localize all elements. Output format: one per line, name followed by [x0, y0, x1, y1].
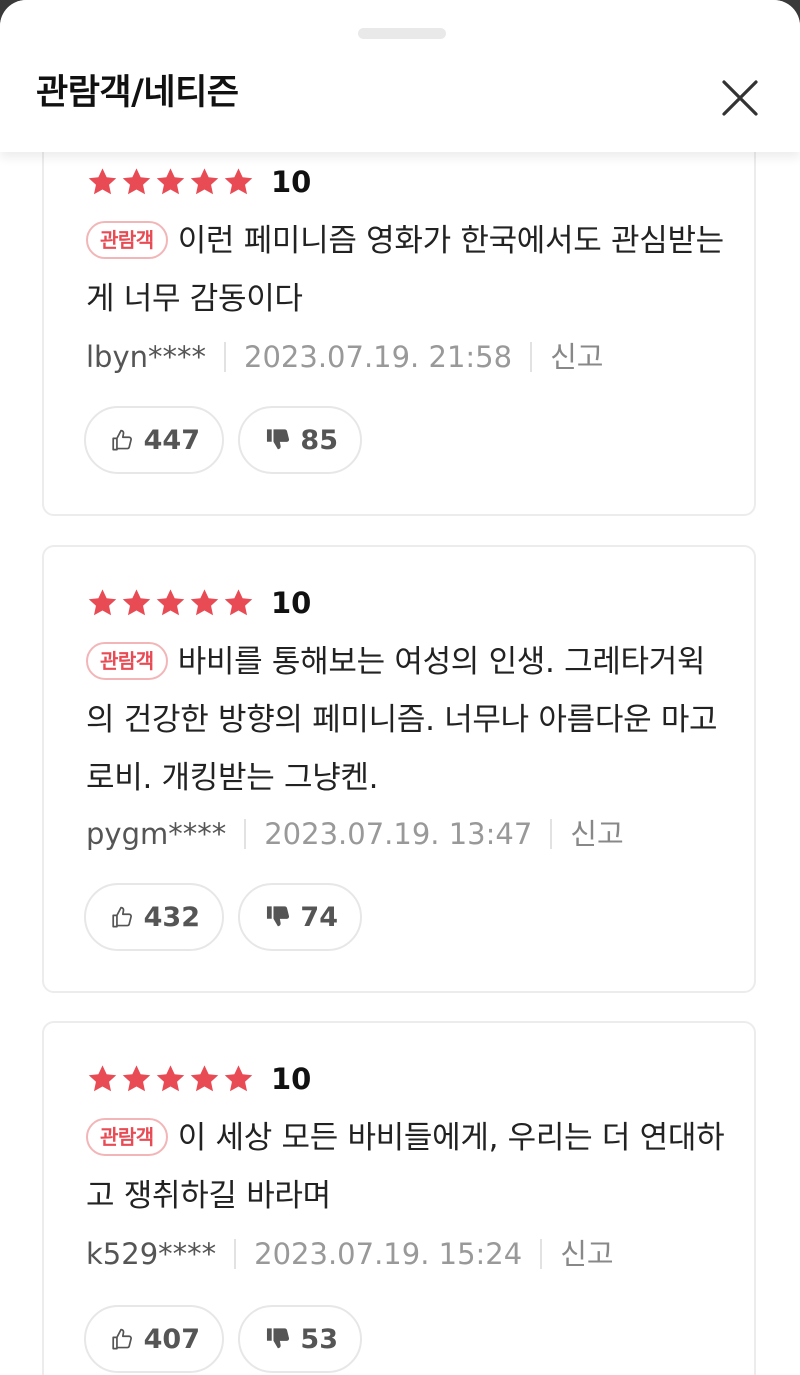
- dislike-button[interactable]: 74: [238, 883, 362, 951]
- star-icon: [190, 168, 219, 195]
- review-text-block: 관람객 바비를 통해보는 여성의 인생. 그레타거윅의 건강한 방향의 페미니즘.…: [86, 633, 726, 807]
- vote-buttons: 432 74: [84, 883, 362, 951]
- report-button[interactable]: 신고: [550, 342, 603, 372]
- thumbs-down-icon: [266, 1328, 290, 1349]
- vote-buttons: 407 53: [84, 1305, 362, 1373]
- star-icon: [122, 1065, 151, 1092]
- star-icon: [88, 1065, 117, 1092]
- report-button[interactable]: 신고: [570, 819, 623, 849]
- review-text: 바비를 통해보는 여성의 인생. 그레타거윅의 건강한 방향의 페미니즘. 너무…: [86, 644, 718, 796]
- star-rating: 10: [86, 587, 311, 619]
- review-date: 2023.07.19. 15:24: [254, 1236, 523, 1271]
- star-icon: [190, 589, 219, 616]
- close-icon[interactable]: [716, 74, 764, 122]
- rating-score: 10: [271, 1061, 312, 1096]
- star-icon: [224, 1065, 253, 1092]
- thumbs-down-icon: [266, 429, 290, 450]
- vote-buttons: 447 85: [84, 406, 362, 474]
- review-bottom-sheet: 10 관람객 이런 페미니즘 영화가 한국에서도 관심받는게 너무 감동이다 lb…: [0, 0, 800, 1375]
- divider: [540, 1239, 543, 1269]
- sheet-title: 관람객/네티즌: [36, 73, 239, 113]
- review-date: 2023.07.19. 13:47: [264, 816, 533, 851]
- thumbs-up-icon: [112, 1328, 132, 1350]
- rating-score: 10: [271, 585, 312, 620]
- star-rating: 10: [86, 1063, 311, 1095]
- reviewer-id: k529****: [86, 1236, 217, 1271]
- review-text-block: 관람객 이 세상 모든 바비들에게, 우리는 더 연대하고 쟁취하길 바라며: [86, 1109, 726, 1225]
- review-text: 이런 페미니즘 영화가 한국에서도 관심받는게 너무 감동이다: [86, 223, 724, 317]
- review-date: 2023.07.19. 21:58: [244, 339, 513, 374]
- review-card: 10 관람객 이 세상 모든 바비들에게, 우리는 더 연대하고 쟁취하길 바라며…: [42, 1021, 756, 1375]
- stars: [86, 166, 255, 198]
- like-count: 447: [143, 424, 200, 456]
- star-icon: [224, 589, 253, 616]
- dislike-count: 53: [300, 1323, 338, 1355]
- review-list: 10 관람객 이런 페미니즘 영화가 한국에서도 관심받는게 너무 감동이다 lb…: [0, 0, 800, 1375]
- review-text: 이 세상 모든 바비들에게, 우리는 더 연대하고 쟁취하길 바라며: [86, 1120, 725, 1214]
- star-icon: [122, 589, 151, 616]
- divider: [244, 819, 247, 849]
- thumbs-up-icon: [112, 429, 132, 451]
- like-count: 407: [143, 1323, 200, 1355]
- reviewer-id: pygm****: [86, 816, 227, 851]
- thumbs-up-icon: [112, 906, 132, 928]
- star-rating: 10: [86, 166, 311, 198]
- star-icon: [88, 589, 117, 616]
- review-meta: k529**** 2023.07.19. 15:24 신고: [86, 1239, 614, 1269]
- viewer-badge: 관람객: [86, 642, 168, 680]
- divider: [234, 1239, 237, 1269]
- star-icon: [156, 168, 185, 195]
- divider: [550, 819, 553, 849]
- viewer-badge: 관람객: [86, 1118, 168, 1156]
- divider: [530, 342, 533, 372]
- star-icon: [156, 589, 185, 616]
- star-icon: [122, 168, 151, 195]
- dislike-button[interactable]: 85: [238, 406, 362, 474]
- divider: [224, 342, 227, 372]
- dislike-button[interactable]: 53: [238, 1305, 362, 1373]
- stars: [86, 1063, 255, 1095]
- dislike-count: 85: [300, 424, 338, 456]
- star-icon: [224, 168, 253, 195]
- thumbs-down-icon: [266, 906, 290, 927]
- dislike-count: 74: [300, 901, 338, 933]
- reviewer-id: lbyn****: [86, 339, 207, 374]
- review-card: 10 관람객 바비를 통해보는 여성의 인생. 그레타거윅의 건강한 방향의 페미…: [42, 545, 756, 993]
- star-icon: [190, 1065, 219, 1092]
- sheet-header: 관람객/네티즌: [0, 0, 800, 152]
- like-button[interactable]: 432: [84, 883, 224, 951]
- review-card: 10 관람객 이런 페미니즘 영화가 한국에서도 관심받는게 너무 감동이다 lb…: [42, 120, 756, 516]
- review-text-block: 관람객 이런 페미니즘 영화가 한국에서도 관심받는게 너무 감동이다: [86, 212, 726, 328]
- viewer-badge: 관람객: [86, 221, 168, 259]
- star-icon: [88, 168, 117, 195]
- star-icon: [156, 1065, 185, 1092]
- stars: [86, 587, 255, 619]
- review-meta: pygm**** 2023.07.19. 13:47 신고: [86, 819, 624, 849]
- rating-score: 10: [271, 164, 312, 199]
- like-button[interactable]: 447: [84, 406, 224, 474]
- like-button[interactable]: 407: [84, 1305, 224, 1373]
- drag-handle[interactable]: [358, 28, 446, 39]
- like-count: 432: [143, 901, 200, 933]
- review-meta: lbyn**** 2023.07.19. 21:58 신고: [86, 342, 603, 372]
- report-button[interactable]: 신고: [560, 1239, 613, 1269]
